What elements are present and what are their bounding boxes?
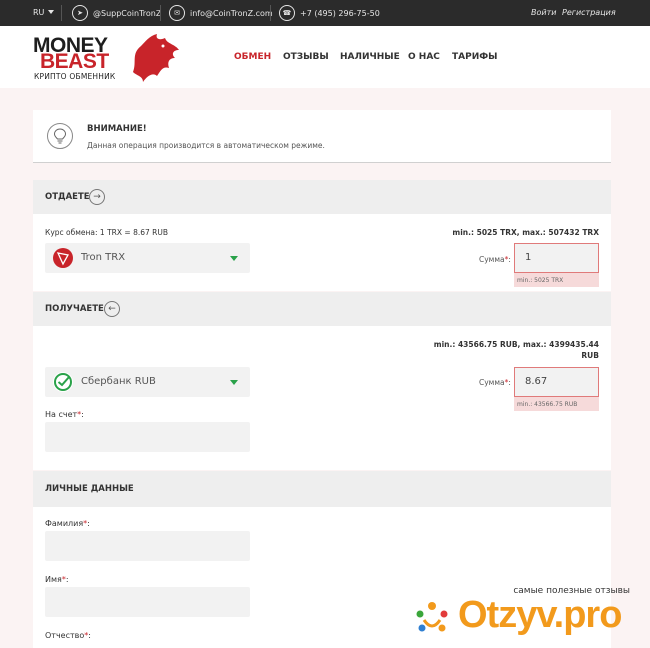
- lightbulb-icon: [47, 123, 73, 149]
- tron-icon: [53, 248, 73, 268]
- site-logo[interactable]: MONEY BEAST КРИПТО ОБМЕННИК: [33, 32, 183, 84]
- dragon-icon: [133, 34, 179, 82]
- notice-card: ВНИМАНИЕ! Данная операция производится в…: [33, 110, 611, 163]
- watermark-brand: Otzyv.pro: [458, 594, 622, 636]
- nav-cash[interactable]: НАЛИЧНЫЕ: [340, 52, 400, 62]
- nav-tariffs[interactable]: ТАРИФЫ: [452, 52, 497, 62]
- nav-exchange[interactable]: ОБМЕН: [234, 52, 271, 62]
- personal-title: ЛИЧНЫЕ ДАННЫЕ: [45, 484, 134, 494]
- chevron-down-icon: [230, 380, 238, 385]
- divider: [270, 5, 271, 21]
- chevron-down-icon[interactable]: [48, 10, 54, 14]
- logo-subtitle: КРИПТО ОБМЕННИК: [34, 72, 116, 81]
- give-sum-input[interactable]: 1: [514, 243, 599, 273]
- give-currency-label: Tron TRX: [81, 252, 126, 263]
- give-limits: min.: 5025 TRX, max.: 507432 TRX: [452, 228, 599, 237]
- surname-label: Фамилия*:: [45, 519, 90, 528]
- email-link[interactable]: ✉ info@CoinTronZ.com: [169, 4, 273, 22]
- give-title: ОТДАЕТЕ: [45, 192, 90, 202]
- site-header: MONEY BEAST КРИПТО ОБМЕННИК ОБМЕН ОТЗЫВЫ…: [0, 26, 650, 88]
- give-currency-select[interactable]: Tron TRX: [45, 243, 250, 273]
- account-label: На счет*:: [45, 410, 84, 419]
- phone-link[interactable]: ☎ +7 (495) 296-75-50: [279, 4, 380, 22]
- give-panel: Курс обмена: 1 TRX = 8.67 RUB min.: 5025…: [33, 214, 611, 291]
- name-label: Имя*:: [45, 575, 69, 584]
- arrow-left-icon: ←: [104, 301, 120, 317]
- telegram-icon: ➤: [72, 5, 88, 21]
- divider: [160, 5, 161, 21]
- nav-reviews[interactable]: ОТЗЫВЫ: [283, 52, 329, 62]
- give-sum-error: min.: 5025 TRX: [514, 273, 599, 287]
- otzyv-watermark: самые полезные отзывы Otzyv.pro: [410, 584, 640, 644]
- receive-limits: min.: 43566.75 RUB, max.: 4399435.44: [433, 340, 599, 349]
- receive-limits-unit: RUB: [581, 351, 599, 360]
- otzyv-logo-icon: [416, 602, 448, 632]
- mail-icon: ✉: [169, 5, 185, 21]
- account-input[interactable]: [45, 422, 250, 452]
- receive-sum-error: min.: 43566.75 RUB: [514, 397, 599, 411]
- logo-line-2: BEAST: [40, 50, 109, 73]
- divider: [61, 5, 62, 21]
- arrow-right-icon: →: [89, 189, 105, 205]
- notice-text: Данная операция производится в автоматич…: [87, 141, 325, 150]
- receive-currency-label: Сбербанк RUB: [81, 376, 156, 387]
- receive-section-header: ПОЛУЧАЕТЕ ←: [33, 292, 611, 326]
- give-section-header: ОТДАЕТЕ →: [33, 180, 611, 214]
- receive-title: ПОЛУЧАЕТЕ: [45, 304, 104, 314]
- personal-section-header: ЛИЧНЫЕ ДАННЫЕ: [33, 471, 611, 507]
- name-input[interactable]: [45, 587, 250, 617]
- telegram-link[interactable]: ➤ @SuppCoinTronZ: [72, 4, 161, 22]
- surname-input[interactable]: [45, 531, 250, 561]
- phone-icon: ☎: [279, 5, 295, 21]
- login-link[interactable]: Войти: [531, 8, 556, 17]
- exchange-rate: Курс обмена: 1 TRX = 8.67 RUB: [45, 228, 168, 237]
- receive-sum-label: Сумма*:: [479, 378, 511, 387]
- phone-number: +7 (495) 296-75-50: [300, 8, 380, 18]
- language-selector[interactable]: RU: [33, 8, 44, 17]
- give-sum-label: Сумма*:: [479, 255, 511, 264]
- receive-panel: min.: 43566.75 RUB, max.: 4399435.44 RUB…: [33, 326, 611, 470]
- telegram-handle: @SuppCoinTronZ: [93, 8, 162, 18]
- register-link[interactable]: Регистрация: [562, 8, 616, 17]
- receive-currency-select[interactable]: Сбербанк RUB: [45, 367, 250, 397]
- email-address: info@CoinTronZ.com: [190, 8, 273, 18]
- nav-about[interactable]: О НАС: [408, 52, 440, 62]
- receive-sum-input[interactable]: 8.67: [514, 367, 599, 397]
- chevron-down-icon: [230, 256, 238, 261]
- patronymic-label: Отчество*:: [45, 631, 91, 640]
- sberbank-icon: [53, 372, 73, 392]
- top-bar: RU ➤ @SuppCoinTronZ ✉ info@CoinTronZ.com…: [0, 0, 650, 26]
- notice-title: ВНИМАНИЕ!: [87, 124, 147, 134]
